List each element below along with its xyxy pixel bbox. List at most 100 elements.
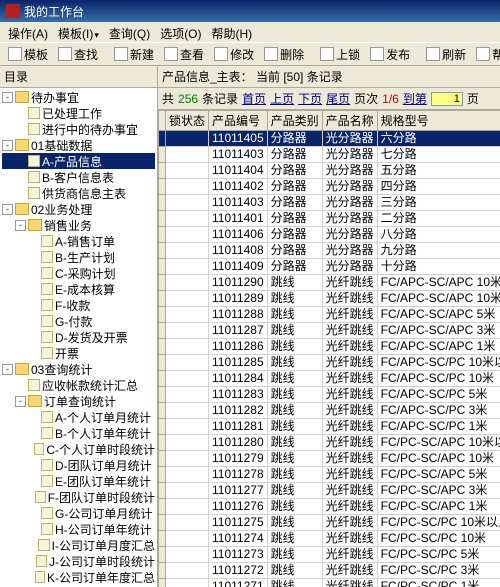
cell[interactable]: 光纤跳线 [322,307,377,323]
cell[interactable]: 跳线 [267,531,322,547]
table-row[interactable]: 11011277跳线光纤跳线FC/PC-SC/APC 3米Admin [159,483,500,499]
cell[interactable]: 11011271 [209,579,268,587]
cell[interactable]: 光纤跳线 [322,515,377,531]
toolbar-button[interactable]: 模板 [4,45,52,64]
table-row[interactable]: 11011404分路器光分路器五分路Admin [159,163,500,179]
cell[interactable]: 11011405 [209,131,268,147]
table-row[interactable]: 11011281跳线光纤跳线FC/APC-SC/PC 1米Admin [159,419,500,435]
cell[interactable]: 光纤跳线 [322,323,377,339]
cell[interactable] [166,403,209,419]
cell[interactable] [166,563,209,579]
tree-node[interactable]: D-团队订单月统计 [2,457,155,473]
column-header[interactable]: 产品名称 [322,111,377,131]
cell[interactable]: 跳线 [267,579,322,587]
cell[interactable]: 11011286 [209,339,268,355]
cell[interactable]: 跳线 [267,499,322,515]
cell[interactable]: 11011408 [209,243,268,259]
menu-item[interactable]: 查询(Q) [105,24,154,40]
cell[interactable]: 分路器 [267,243,322,259]
cell[interactable]: 11011290 [209,275,268,291]
tree-node[interactable]: 开票 [2,345,155,361]
table-row[interactable]: 11011406分路器光分路器八分路Admin [159,227,500,243]
toolbar-button[interactable]: 上锁 [316,45,364,64]
table-row[interactable]: 11011279跳线光纤跳线FC/PC-SC/APC 10米Admin [159,451,500,467]
cell[interactable]: 光分路器 [322,227,377,243]
toolbar-button[interactable]: 发布 [366,45,414,64]
toolbar-button[interactable]: 删除 [260,45,308,64]
cell[interactable]: 光纤跳线 [322,483,377,499]
cell[interactable]: 光分路器 [322,195,377,211]
cell[interactable] [166,179,209,195]
cell[interactable]: 光纤跳线 [322,451,377,467]
cell[interactable]: 11011404 [209,163,268,179]
table-row[interactable]: 11011290跳线光纤跳线FC/APC-SC/APC 10米以上Admin [159,275,500,291]
cell[interactable]: 跳线 [267,291,322,307]
tree-expander-icon[interactable]: - [2,92,13,103]
cell[interactable]: 光纤跳线 [322,355,377,371]
cell[interactable]: 11011403 [209,195,268,211]
cell[interactable] [166,307,209,323]
table-row[interactable]: 11011273跳线光纤跳线FC/PC-SC/PC 5米Admin [159,547,500,563]
menu-item[interactable]: 操作(A) [4,24,52,40]
cell[interactable]: FC/PC-SC/PC 1米 [377,579,500,587]
table-row[interactable]: 11011289跳线光纤跳线FC/APC-SC/APC 10米Admin [159,291,500,307]
cell[interactable]: 分路器 [267,131,322,147]
tree-node[interactable]: B-生产计划 [2,249,155,265]
cell[interactable]: 跳线 [267,371,322,387]
cell[interactable]: 光分路器 [322,211,377,227]
menu-item[interactable]: 帮助(H) [208,24,257,40]
table-row[interactable]: 11011282跳线光纤跳线FC/APC-SC/PC 3米Admin [159,403,500,419]
tree-node[interactable]: 应收帐款统计汇总 [2,377,155,393]
tree-expander-icon[interactable]: - [2,204,13,215]
cell[interactable] [166,227,209,243]
tree-node[interactable]: G-付款 [2,313,155,329]
tree-node[interactable]: F-团队订单时段统计 [2,489,155,505]
tree-node[interactable]: D-发货及开票 [2,329,155,345]
tree-node[interactable]: 进行中的待办事宜 [2,121,155,137]
cell[interactable]: 光纤跳线 [322,387,377,403]
table-row[interactable]: 11011274跳线光纤跳线FC/PC-SC/PC 10米Admin [159,531,500,547]
cell[interactable]: 七分路 [377,147,500,163]
cell[interactable]: 11011277 [209,483,268,499]
tree-node[interactable]: -销售业务 [2,217,155,233]
cell[interactable]: 分路器 [267,147,322,163]
cell[interactable]: FC/APC-SC/PC 3米 [377,403,500,419]
pager-first[interactable]: 首页 [242,90,266,107]
cell[interactable] [166,291,209,307]
table-row[interactable]: 11011276跳线光纤跳线FC/PC-SC/APC 1米Admin [159,499,500,515]
tree-node[interactable]: F-收款 [2,297,155,313]
menu-item[interactable]: 模板(I) [54,24,103,40]
pager-goto[interactable]: 到第 [403,90,427,107]
table-row[interactable]: 11011272跳线光纤跳线FC/PC-SC/PC 3米Admin [159,563,500,579]
cell[interactable]: 跳线 [267,323,322,339]
cell[interactable]: 跳线 [267,275,322,291]
cell[interactable]: 光分路器 [322,259,377,275]
cell[interactable]: FC/APC-SC/APC 1米 [377,339,500,355]
table-row[interactable]: 11011405分路器光分路器六分路Admin [159,131,500,147]
column-header[interactable]: 产品编号 [209,111,268,131]
cell[interactable]: 光分路器 [322,147,377,163]
cell[interactable]: 光纤跳线 [322,563,377,579]
cell[interactable]: 11011284 [209,371,268,387]
cell[interactable]: 二分路 [377,211,500,227]
cell[interactable]: 光分路器 [322,131,377,147]
cell[interactable]: 光纤跳线 [322,339,377,355]
cell[interactable]: 分路器 [267,211,322,227]
tree-node[interactable]: K-公司订单年度汇总 [2,569,155,585]
cell[interactable]: FC/PC-SC/APC 5米 [377,467,500,483]
pager-next[interactable]: 下页 [298,90,322,107]
tree-node[interactable]: -待办事宜 [2,89,155,105]
cell[interactable] [166,275,209,291]
cell[interactable] [166,419,209,435]
cell[interactable]: FC/PC-SC/PC 5米 [377,547,500,563]
cell[interactable] [166,195,209,211]
cell[interactable] [166,259,209,275]
cell[interactable]: 分路器 [267,163,322,179]
cell[interactable]: 光纤跳线 [322,499,377,515]
cell[interactable] [166,323,209,339]
cell[interactable] [166,483,209,499]
cell[interactable]: FC/APC-SC/PC 10米以上 [377,355,500,371]
tree-node[interactable]: H-公司订单年统计 [2,521,155,537]
cell[interactable]: 11011278 [209,467,268,483]
menu-item[interactable]: 选项(O) [156,24,205,40]
